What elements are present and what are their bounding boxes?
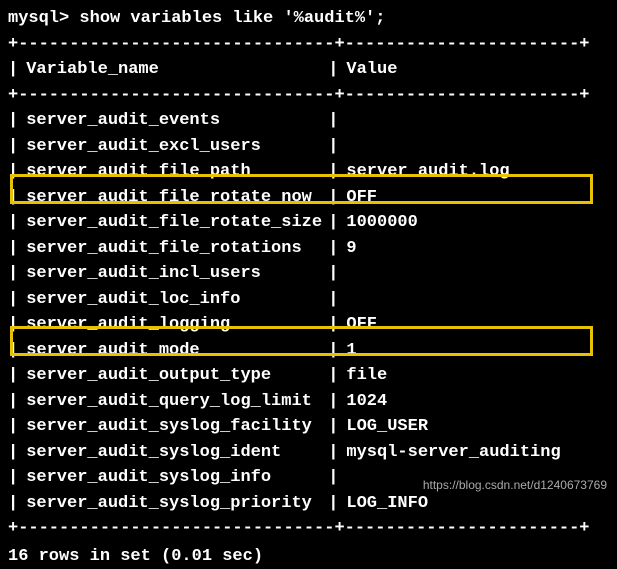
pipe: |	[328, 108, 338, 134]
table-row: |server_audit_syslog_ident|mysql-server_…	[8, 440, 609, 466]
variable-name-cell: server_audit_output_type	[18, 363, 328, 389]
table-row: |server_audit_excl_users|	[8, 134, 609, 160]
value-cell	[338, 134, 346, 160]
pipe: |	[8, 57, 18, 83]
value-cell	[338, 287, 346, 313]
value-cell: 9	[338, 236, 356, 262]
result-summary: 16 rows in set (0.01 sec)	[8, 544, 609, 569]
table-row: |server_audit_query_log_limit|1024	[8, 389, 609, 415]
pipe: |	[328, 210, 338, 236]
pipe: |	[328, 134, 338, 160]
variable-name-cell: server_audit_query_log_limit	[18, 389, 328, 415]
pipe: |	[8, 210, 18, 236]
pipe: |	[8, 108, 18, 134]
variable-name-cell: server_audit_file_rotations	[18, 236, 328, 262]
pipe: |	[8, 287, 18, 313]
pipe: |	[8, 185, 18, 211]
table-border-top: +-------------------------------+-------…	[8, 32, 609, 58]
value-cell: mysql-server_auditing	[338, 440, 560, 466]
table-row: |server_audit_file_path|server_audit.log	[8, 159, 609, 185]
pipe: |	[328, 363, 338, 389]
value-cell: 1	[338, 338, 356, 364]
table-row: |server_audit_syslog_priority|LOG_INFO	[8, 491, 609, 517]
mysql-prompt: mysql> show variables like '%audit%';	[8, 6, 609, 32]
pipe: |	[8, 261, 18, 287]
variable-name-cell: server_audit_logging	[18, 312, 328, 338]
table-row: |server_audit_file_rotations|9	[8, 236, 609, 262]
variable-name-cell: server_audit_file_path	[18, 159, 328, 185]
pipe: |	[8, 465, 18, 491]
pipe: |	[328, 491, 338, 517]
pipe: |	[8, 389, 18, 415]
variable-name-cell: server_audit_events	[18, 108, 328, 134]
value-cell: file	[338, 363, 387, 389]
watermark: https://blog.csdn.net/d1240673769	[423, 476, 607, 494]
pipe: |	[8, 312, 18, 338]
table-row: |server_audit_incl_users|	[8, 261, 609, 287]
variable-name-cell: server_audit_excl_users	[18, 134, 328, 160]
pipe: |	[328, 440, 338, 466]
pipe: |	[8, 236, 18, 262]
variable-name-cell: server_audit_syslog_ident	[18, 440, 328, 466]
pipe: |	[328, 287, 338, 313]
header-value: Value	[338, 57, 397, 83]
header-variable-name: Variable_name	[18, 57, 328, 83]
pipe: |	[328, 338, 338, 364]
pipe: |	[328, 159, 338, 185]
pipe: |	[8, 363, 18, 389]
variable-name-cell: server_audit_syslog_info	[18, 465, 328, 491]
variable-name-cell: server_audit_mode	[18, 338, 328, 364]
pipe: |	[328, 465, 338, 491]
value-cell	[338, 261, 346, 287]
pipe: |	[328, 57, 338, 83]
value-cell: OFF	[338, 312, 377, 338]
pipe: |	[8, 338, 18, 364]
pipe: |	[328, 389, 338, 415]
value-cell: 1000000	[338, 210, 417, 236]
variable-name-cell: server_audit_incl_users	[18, 261, 328, 287]
pipe: |	[328, 261, 338, 287]
table-row: |server_audit_mode|1	[8, 338, 609, 364]
table-row: |server_audit_output_type|file	[8, 363, 609, 389]
table-row: |server_audit_events|	[8, 108, 609, 134]
value-cell: server_audit.log	[338, 159, 509, 185]
table-row: |server_audit_logging|OFF	[8, 312, 609, 338]
pipe: |	[8, 414, 18, 440]
value-cell	[338, 108, 346, 134]
pipe: |	[8, 159, 18, 185]
table-row: |server_audit_syslog_facility|LOG_USER	[8, 414, 609, 440]
variable-name-cell: server_audit_file_rotate_now	[18, 185, 328, 211]
table-header-row: | Variable_name | Value	[8, 57, 609, 83]
pipe: |	[8, 440, 18, 466]
table-border-bottom: +-------------------------------+-------…	[8, 516, 609, 542]
value-cell: LOG_USER	[338, 414, 428, 440]
pipe: |	[8, 134, 18, 160]
variable-name-cell: server_audit_file_rotate_size	[18, 210, 328, 236]
pipe: |	[328, 414, 338, 440]
value-cell: 1024	[338, 389, 387, 415]
pipe: |	[328, 236, 338, 262]
table-row: |server_audit_loc_info|	[8, 287, 609, 313]
table-row: |server_audit_file_rotate_now|OFF	[8, 185, 609, 211]
table-row: |server_audit_file_rotate_size|1000000	[8, 210, 609, 236]
value-cell: OFF	[338, 185, 377, 211]
value-cell	[338, 465, 346, 491]
pipe: |	[328, 185, 338, 211]
pipe: |	[8, 491, 18, 517]
variable-name-cell: server_audit_loc_info	[18, 287, 328, 313]
table-border-mid: +-------------------------------+-------…	[8, 83, 609, 109]
variable-name-cell: server_audit_syslog_facility	[18, 414, 328, 440]
variable-name-cell: server_audit_syslog_priority	[18, 491, 328, 517]
value-cell: LOG_INFO	[338, 491, 428, 517]
pipe: |	[328, 312, 338, 338]
result-table: +-------------------------------+-------…	[8, 32, 609, 542]
